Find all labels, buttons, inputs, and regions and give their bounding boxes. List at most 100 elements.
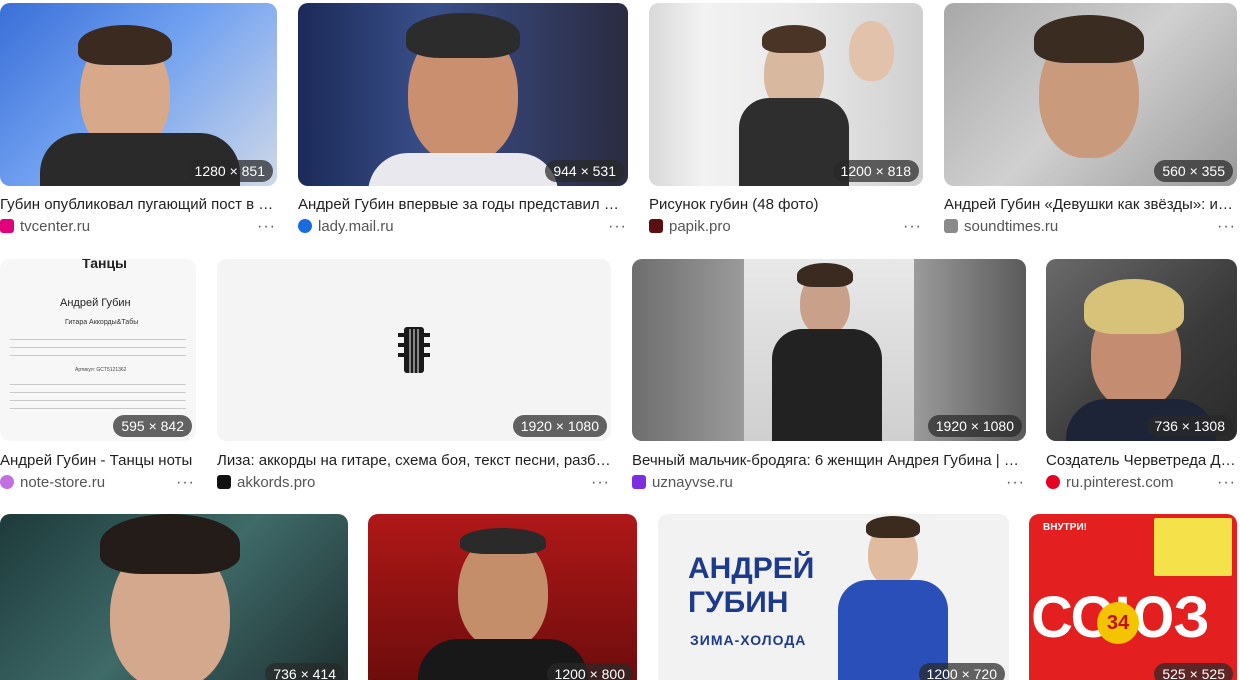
more-options-button[interactable]: ··· [176,473,195,493]
portrait-hair [1084,279,1184,334]
source-domain: tvcenter.ru [20,218,91,235]
site-favicon-icon [217,475,231,489]
site-favicon-icon [944,219,958,233]
image-thumbnail[interactable]: 1920 × 1080 [632,259,1026,441]
jacket-shape [772,329,882,441]
more-options-button[interactable]: ··· [1217,217,1236,237]
image-result-card[interactable]: 1280 × 851 Губин опубликовал пугающий по… [0,3,277,243]
image-result-card[interactable]: 736 × 1308 Создатель Черветреда Дарья ru… [1046,259,1237,499]
image-result-card[interactable]: 1920 × 1080 Лиза: аккорды на гитаре, схе… [217,259,611,499]
source-domain: lady.mail.ru [318,218,394,235]
image-thumbnail[interactable]: АНДРЕЙ ГУБИН ЗИМА-ХОЛОДА 1200 × 720 [658,514,1009,680]
image-thumbnail[interactable]: 736 × 1308 [1046,259,1237,441]
more-options-button[interactable]: ··· [591,473,610,493]
image-title[interactable]: Андрей Губин впервые за годы представил … [298,195,628,215]
source-domain: note-store.ru [20,474,106,491]
source-domain: akkords.pro [237,474,316,491]
more-options-button[interactable]: ··· [1217,473,1236,493]
image-thumbnail[interactable]: 736 × 414 [0,514,348,680]
image-result-card[interactable]: Танцы Андрей Губин Гитара Аккорды&Табы А… [0,259,196,499]
image-thumbnail[interactable]: 560 × 355 [944,3,1237,186]
image-result-card[interactable]: 1920 × 1080 Вечный мальчик-бродяга: 6 же… [632,259,1026,499]
guitar-headstock-icon [398,327,430,373]
portrait-hair [1034,15,1144,63]
source-domain: papik.pro [669,218,731,235]
image-dimensions-badge: 1280 × 851 [186,160,273,182]
site-favicon-icon [1046,475,1060,489]
staff-line [10,339,186,340]
image-dimensions-badge: 595 × 842 [113,415,192,437]
staff-line [10,408,186,409]
image-thumbnail[interactable]: 1280 × 851 [0,3,277,186]
site-favicon-icon [0,475,14,489]
image-dimensions-badge: 1200 × 800 [546,663,633,680]
image-thumbnail[interactable]: 1920 × 1080 [217,259,611,441]
staff-line [10,400,186,401]
site-favicon-icon [0,219,14,233]
image-result-card[interactable]: ВНУТРИ! СОЮЗ 34 525 × 525 [1029,514,1237,680]
portrait-shape [849,21,894,81]
staff-line [10,384,186,385]
portrait-hair [460,528,546,554]
staff-line [10,347,186,348]
shirt-shape [368,153,558,186]
source-domain: ru.pinterest.com [1066,474,1174,491]
image-title[interactable]: Андрей Губин - Танцы ноты [0,451,196,471]
more-options-button[interactable]: ··· [608,217,627,237]
site-favicon-icon [632,475,646,489]
image-thumbnail[interactable]: 1200 × 800 [368,514,637,680]
image-dimensions-badge: 1200 × 720 [918,663,1005,680]
image-dimensions-badge: 944 × 531 [545,160,624,182]
album-cover-badge: ВНУТРИ! [1043,522,1087,533]
image-thumbnail[interactable]: Танцы Андрей Губин Гитара Аккорды&Табы А… [0,259,196,441]
source-link[interactable]: soundtimes.ru [944,217,1058,237]
image-thumbnail[interactable]: ВНУТРИ! СОЮЗ 34 525 × 525 [1029,514,1237,680]
source-link[interactable]: tvcenter.ru [0,217,90,237]
portrait-hair [866,516,920,538]
image-title[interactable]: Губин опубликовал пугающий пост в соцсет… [0,195,277,215]
cover-yellow-panel [1154,518,1232,576]
image-result-card[interactable]: 1200 × 818 Рисунок губин (48 фото) papik… [649,3,923,243]
image-thumbnail[interactable]: 944 × 531 [298,3,628,186]
image-dimensions-badge: 1920 × 1080 [927,415,1022,437]
staff-line [10,355,186,356]
portrait-hair [797,263,853,287]
image-title[interactable]: Рисунок губин (48 фото) [649,195,923,215]
image-result-card[interactable]: 736 × 414 [0,514,348,680]
album-cover-number: 34 [1097,602,1139,644]
source-link[interactable]: note-store.ru [0,473,105,493]
source-link[interactable]: papik.pro [649,217,731,237]
image-dimensions-badge: 736 × 414 [265,663,344,680]
site-favicon-icon [649,219,663,233]
site-favicon-icon [298,219,312,233]
source-link[interactable]: uznayvse.ru [632,473,733,493]
image-title[interactable]: Лиза: аккорды на гитаре, схема боя, текс… [217,451,611,471]
image-title[interactable]: Создатель Черветреда Дарья [1046,451,1237,471]
portrait-hair [762,25,826,53]
sheet-music-subtitle: Гитара Аккорды&Табы [65,319,139,326]
image-dimensions-badge: 1200 × 818 [832,160,919,182]
image-result-card[interactable]: 1200 × 800 [368,514,637,680]
source-link[interactable]: lady.mail.ru [298,217,394,237]
more-options-button[interactable]: ··· [903,217,922,237]
more-options-button[interactable]: ··· [257,217,276,237]
image-title[interactable]: Андрей Губин «Девушки как звёзды»: истор… [944,195,1237,215]
image-result-card[interactable]: 560 × 355 Андрей Губин «Девушки как звёз… [944,3,1237,243]
image-dimensions-badge: 1920 × 1080 [512,415,607,437]
portrait-hair [406,13,520,58]
image-dimensions-badge: 560 × 355 [1154,160,1233,182]
source-link[interactable]: akkords.pro [217,473,315,493]
image-thumbnail[interactable]: 1200 × 818 [649,3,923,186]
staff-line [10,392,186,393]
image-result-card[interactable]: АНДРЕЙ ГУБИН ЗИМА-ХОЛОДА 1200 × 720 [658,514,1009,680]
sheet-music-artist: Андрей Губин [60,297,131,309]
sheet-music-heading: Танцы [82,259,128,271]
image-dimensions-badge: 736 × 1308 [1146,415,1233,437]
image-result-card[interactable]: 944 × 531 Андрей Губин впервые за годы п… [298,3,628,243]
image-dimensions-badge: 525 × 525 [1154,663,1233,680]
more-options-button[interactable]: ··· [1006,473,1025,493]
source-link[interactable]: ru.pinterest.com [1046,473,1174,493]
portrait-hair [100,514,240,574]
source-domain: uznayvse.ru [652,474,733,491]
image-title[interactable]: Вечный мальчик-бродяга: 6 женщин Андрея … [632,451,1026,471]
